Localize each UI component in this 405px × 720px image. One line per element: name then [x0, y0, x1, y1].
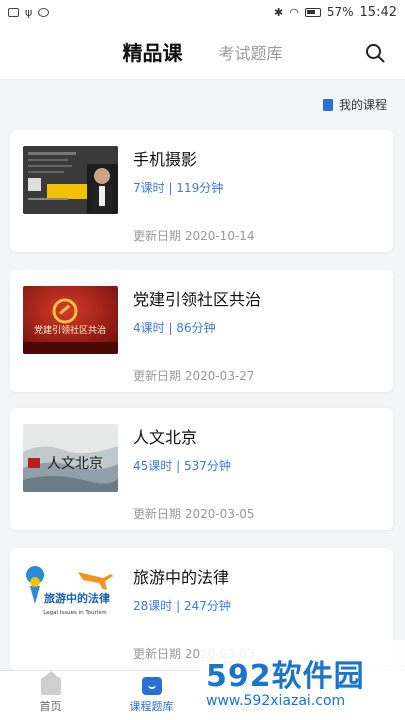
- course-title: 人文北京: [133, 428, 198, 447]
- course-card-party-building[interactable]: 党建引领社区共治 党建引领社区共治 4课时 | 86分钟 更新日期 2020-0…: [10, 270, 393, 392]
- top-tab-bar: 精品课 考试题库: [0, 24, 405, 80]
- party-building-thumb: 党建引领社区共治: [23, 286, 118, 354]
- course-title: 手机摄影: [133, 150, 198, 169]
- search-icon[interactable]: [365, 43, 385, 63]
- tourism-law-thumb: 旅游中的法律 Legal Issues in Tourism: [23, 564, 118, 632]
- my-courses-link[interactable]: 我的课程: [322, 96, 387, 113]
- home-icon: [40, 671, 61, 695]
- course-meta: 45课时 | 537分钟: [133, 459, 231, 473]
- course-title: 党建引领社区共治: [133, 290, 262, 309]
- tab-exam-bank[interactable]: 考试题库: [218, 40, 282, 64]
- watermark-url: www.592xiazai.com: [206, 693, 346, 709]
- course-card-phone-photography[interactable]: 手机摄影 7课时 | 119分钟 更新日期 2020-10-14: [10, 130, 393, 252]
- watermark: 592软件园 www.592xiazai.com: [200, 640, 405, 720]
- course-update-date: 更新日期 2020-10-14: [133, 229, 255, 243]
- dnd-icon: [38, 7, 50, 17]
- bottom-nav-home[interactable]: 首页: [0, 671, 101, 720]
- usb-icon: ψ: [25, 5, 33, 19]
- course-title: 旅游中的法律: [133, 568, 230, 587]
- phone-photography-thumb: [23, 146, 118, 214]
- thumb-caption: 人文北京: [47, 456, 103, 472]
- clock: 15:42: [359, 4, 397, 20]
- bottom-nav-label: 首页: [39, 700, 62, 713]
- watermark-logo: 592软件园: [206, 659, 365, 694]
- thumb-subcaption: Legal Issues in Tourism: [43, 610, 106, 616]
- course-update-date: 更新日期 2020-03-05: [133, 507, 255, 521]
- course-bank-icon: [141, 677, 162, 695]
- beijing-culture-thumb: 人文北京: [23, 424, 118, 492]
- battery-level: 57%: [326, 5, 354, 19]
- wifi-icon: ◠: [289, 5, 299, 19]
- thumb-caption: 党建引领社区共治: [34, 324, 106, 336]
- bottom-nav-label: 课程题库: [129, 700, 174, 713]
- course-meta: 4课时 | 86分钟: [133, 321, 216, 335]
- thumb-caption: 旅游中的法律: [44, 591, 110, 605]
- course-meta: 7课时 | 119分钟: [133, 181, 224, 195]
- status-bar: ψ ✱ ◠ 57% 15:42: [0, 0, 405, 24]
- image-notification-icon: [8, 7, 19, 17]
- book-icon: [322, 98, 333, 111]
- my-courses-label: 我的课程: [338, 98, 387, 112]
- course-meta: 28课时 | 247分钟: [133, 599, 231, 613]
- bottom-nav-course-bank[interactable]: 课程题库: [101, 671, 202, 720]
- battery-icon: [304, 7, 321, 17]
- course-update-date: 更新日期 2020-03-27: [133, 369, 255, 383]
- bluetooth-icon: ✱: [274, 5, 284, 19]
- tab-premium-courses[interactable]: 精品课: [122, 37, 182, 66]
- course-card-beijing-culture[interactable]: 人文北京 人文北京 45课时 | 537分钟 更新日期 2020-03-05: [10, 408, 393, 530]
